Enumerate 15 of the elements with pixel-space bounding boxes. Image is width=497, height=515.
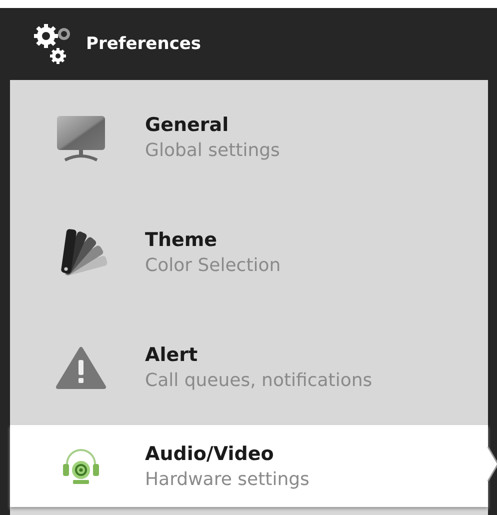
warning-icon: [54, 346, 106, 390]
menu-item-subtitle: Color Selection: [145, 255, 281, 276]
menu-item-subtitle: Hardware settings: [145, 468, 310, 490]
menu-item-subtitle: Global settings: [145, 140, 280, 161]
menu-item-title: Alert: [145, 344, 199, 366]
menu-item-title: Audio/Video: [145, 442, 275, 464]
menu-item-subtitle: Call queues, notifications: [145, 370, 372, 391]
menu-item[interactable]: Alert Call queues, notifications: [10, 310, 488, 425]
selection-pointer-icon: [487, 447, 497, 481]
panel-title: Preferences: [86, 34, 202, 54]
menu-item-title: General: [145, 114, 230, 136]
gears-icon: [32, 22, 72, 66]
menu-item-title: Theme: [145, 229, 218, 251]
menu-item[interactable]: Theme Color Selection: [10, 195, 488, 310]
menu-item[interactable]: General Global settings: [10, 80, 488, 195]
